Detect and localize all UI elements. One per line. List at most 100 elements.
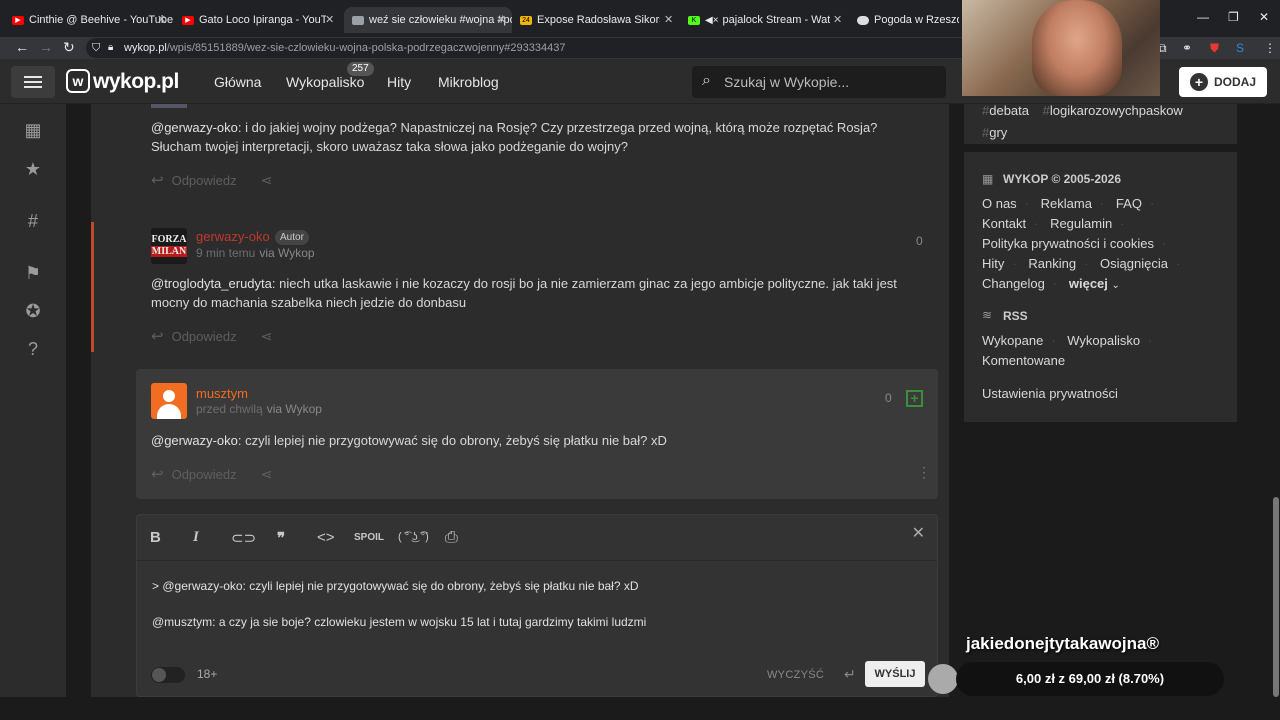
close-tab-icon[interactable]: ✕ xyxy=(497,13,506,26)
share-icon[interactable]: ⋖ xyxy=(261,172,273,189)
nav-glowna[interactable]: Główna xyxy=(214,74,261,90)
muted-speaker-icon[interactable]: ◀× xyxy=(705,15,719,26)
adult-content-toggle[interactable] xyxy=(151,667,185,683)
avatar[interactable]: FORZA MILAN xyxy=(151,228,187,264)
rss-title: RSS xyxy=(1003,309,1028,323)
browser-tab[interactable]: ▶ Cinthie @ Beehive - YouTube xyxy=(12,7,174,33)
site-logo[interactable]: wykop.pl xyxy=(93,70,179,94)
bold-icon[interactable]: B xyxy=(150,529,161,546)
comment-author[interactable]: musztym xyxy=(196,386,248,401)
close-tab-icon[interactable]: ✕ xyxy=(325,13,334,26)
rss-link[interactable]: Wykopane xyxy=(982,333,1043,348)
footer-link[interactable]: Osiągnięcia xyxy=(1100,256,1168,271)
chevron-down-icon[interactable]: ⌄ xyxy=(1112,280,1120,291)
footer-link[interactable]: Hity xyxy=(982,256,1004,271)
forward-icon[interactable]: → xyxy=(39,39,53,55)
kebab-menu-icon[interactable]: ⋮ xyxy=(1264,41,1276,55)
nav-wykopalisko[interactable]: Wykopalisko xyxy=(286,74,364,90)
footer-link[interactable]: Polityka prywatności i cookies xyxy=(982,236,1154,251)
avatar[interactable] xyxy=(151,383,187,419)
close-tab-icon[interactable]: ✕ xyxy=(833,13,842,26)
wykopalisko-count-badge: 257 xyxy=(347,62,374,76)
browser-tab[interactable]: ▶ Gato Loco Ipiranga - YouTube xyxy=(182,7,326,33)
footer-link[interactable]: Reklama xyxy=(1041,196,1092,211)
privacy-settings-link[interactable]: Ustawienia prywatności xyxy=(982,386,1118,401)
code-icon[interactable]: <> xyxy=(317,529,335,546)
minimize-icon[interactable]: — xyxy=(1197,10,1209,24)
search-input[interactable] xyxy=(724,66,939,98)
italic-icon[interactable]: I xyxy=(193,529,199,546)
share-icon[interactable]: ⋖ xyxy=(261,466,273,483)
clear-button[interactable]: WYCZYŚĆ xyxy=(767,669,824,681)
browser-tab[interactable]: 24 Expose Radosława Sikorskiego xyxy=(520,7,660,33)
reply-icon[interactable]: ↩ xyxy=(151,171,164,189)
ublock-icon[interactable]: ⛊ xyxy=(1210,41,1219,56)
donation-title: jakiedonejtytakawojna® xyxy=(966,634,1159,653)
adult-content-label: 18+ xyxy=(197,667,218,681)
quote-icon[interactable]: ❞ xyxy=(277,529,285,547)
lenny-face-button[interactable]: ( ͡° ͜ʖ ͡°) xyxy=(398,531,429,543)
rss-link[interactable]: Wykopalisko xyxy=(1067,333,1140,348)
search-icon[interactable]: ⌕ xyxy=(702,72,711,90)
help-icon[interactable]: ? xyxy=(22,338,44,360)
spoiler-button[interactable]: SPOIL xyxy=(354,532,384,543)
maximize-icon[interactable]: ❐ xyxy=(1228,10,1239,24)
close-tab-icon[interactable]: ✕ xyxy=(664,13,673,26)
more-links-button[interactable]: więcej xyxy=(1069,276,1108,291)
comment-text: @gerwazy-oko: i do jakiej wojny podżega?… xyxy=(151,120,878,154)
wykop-w-icon[interactable]: ▦ xyxy=(22,119,44,141)
lock-icon[interactable]: 🔒︎ xyxy=(108,38,113,58)
nav-mikroblog[interactable]: Mikroblog xyxy=(438,74,499,90)
medal-icon[interactable]: ✪ xyxy=(22,300,44,322)
nav-hity[interactable]: Hity xyxy=(387,74,411,90)
footer-link[interactable]: Regulamin xyxy=(1050,216,1112,231)
reply-button[interactable]: Odpowiedz xyxy=(172,329,237,344)
glasses-icon[interactable]: ⚭ xyxy=(1182,41,1192,55)
send-button[interactable]: WYŚLIJ xyxy=(865,661,925,687)
scrollbar-thumb[interactable] xyxy=(1273,497,1279,697)
plus-vote-button[interactable]: + xyxy=(906,390,923,407)
reply-button[interactable]: Odpowiedz xyxy=(172,173,237,188)
footer-link[interactable]: Changelog xyxy=(982,276,1045,291)
close-tab-icon[interactable]: ✕ xyxy=(157,13,166,26)
footer-link[interactable]: Kontakt xyxy=(982,216,1026,231)
more-options-icon[interactable]: ⋮ xyxy=(917,464,931,481)
back-icon[interactable]: ← xyxy=(15,39,29,55)
share-icon[interactable]: ⋖ xyxy=(261,328,273,345)
star-icon[interactable]: ★ xyxy=(22,158,44,180)
footer-link[interactable]: Ranking xyxy=(1028,256,1076,271)
link-icon[interactable]: ⊂⊃ xyxy=(231,529,256,547)
hamburger-menu-button[interactable] xyxy=(11,66,55,98)
kick-icon: K xyxy=(688,15,700,25)
hashtag-icon[interactable]: # xyxy=(22,210,44,232)
comment-author[interactable]: gerwazy-oko xyxy=(196,229,270,244)
rss-link[interactable]: Komentowane xyxy=(982,353,1065,368)
browser-tab[interactable]: K ◀× pajalock Stream - Watch Liv xyxy=(688,7,830,33)
reply-button[interactable]: Odpowiedz xyxy=(172,467,237,482)
enter-icon: ↵ xyxy=(844,666,856,682)
left-sidebar: ▦ ★ # ⚑ ✪ ? xyxy=(0,104,66,697)
browser-tab[interactable]: Pogoda w Rzeszowie xyxy=(857,7,959,33)
editor-textarea[interactable]: > @gerwazy-oko: czyli lepiej nie przygot… xyxy=(152,577,922,631)
camera-icon[interactable]: ⎙ xyxy=(445,529,458,547)
footer-link[interactable]: O nas xyxy=(982,196,1017,211)
tag-link[interactable]: logikarozowychpaskow xyxy=(1050,103,1183,118)
reply-icon[interactable]: ↩ xyxy=(151,327,164,345)
reload-icon[interactable]: ↻ xyxy=(63,39,75,56)
extension-s-icon[interactable]: S xyxy=(1236,41,1244,55)
comment-meta: przed chwilą via Wykop xyxy=(196,402,322,416)
footer-link[interactable]: FAQ xyxy=(1116,196,1142,211)
new-comment-marker xyxy=(91,222,94,352)
browser-tab-active[interactable]: weź sie człowieku #wojna #pols xyxy=(344,7,512,33)
tag-link[interactable]: debata xyxy=(989,103,1029,118)
add-button[interactable]: + DODAJ xyxy=(1179,67,1267,97)
reply-icon[interactable]: ↩ xyxy=(151,465,164,483)
wykop-logo-icon[interactable]: w xyxy=(66,69,90,93)
tag-link[interactable]: gry xyxy=(989,125,1007,140)
footer-box: ▦ WYKOP © 2005-2026 O nas · Reklama · FAQ ·… xyxy=(964,152,1237,422)
shield-icon[interactable]: ⛉ xyxy=(92,38,100,58)
ranking-icon[interactable]: ⚑ xyxy=(22,262,44,284)
close-window-icon[interactable]: ✕ xyxy=(1259,10,1269,24)
avatar[interactable] xyxy=(151,104,187,108)
close-icon[interactable]: ✕ xyxy=(912,523,925,543)
